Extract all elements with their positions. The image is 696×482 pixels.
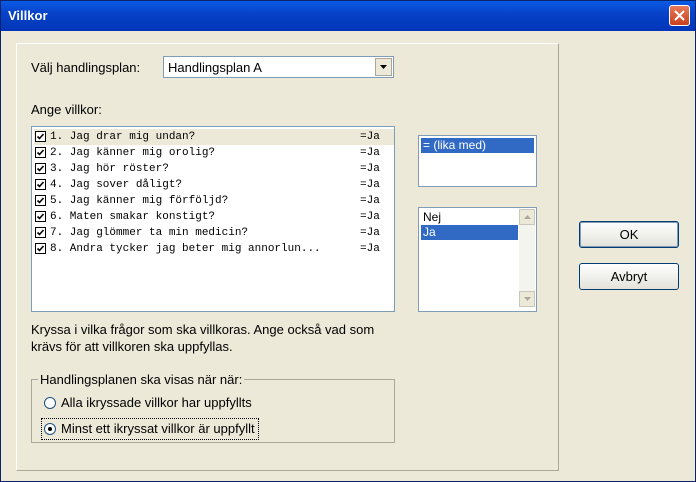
checkmark-icon bbox=[36, 197, 45, 204]
condition-text: 3. Jag hör röster? bbox=[50, 163, 169, 175]
title-bar[interactable]: Villkor bbox=[1, 1, 695, 31]
checkmark-icon bbox=[36, 181, 45, 188]
condition-value: =Ja bbox=[360, 195, 380, 207]
cancel-button[interactable]: Avbryt bbox=[579, 263, 679, 290]
close-button[interactable] bbox=[669, 5, 690, 26]
answer-list[interactable]: Nej Ja bbox=[418, 207, 537, 312]
condition-text: 7. Jag glömmer ta min medicin? bbox=[50, 227, 249, 239]
condition-value: =Ja bbox=[360, 147, 380, 159]
close-icon bbox=[674, 10, 685, 21]
focus-rectangle bbox=[41, 418, 259, 440]
help-text-line-1: Kryssa i vilka frågor som ska villkoras.… bbox=[31, 322, 375, 337]
operator-option[interactable]: = (lika med) bbox=[421, 138, 534, 153]
conditions-label: Ange villkor: bbox=[31, 102, 102, 117]
chevron-up-icon bbox=[524, 215, 531, 219]
window-title: Villkor bbox=[8, 8, 48, 23]
condition-row[interactable]: 3. Jag hör röster? =Ja bbox=[34, 161, 394, 177]
condition-checkbox[interactable] bbox=[35, 243, 46, 254]
chevron-down-icon bbox=[380, 65, 387, 69]
operator-list[interactable]: = (lika med) bbox=[418, 135, 537, 187]
condition-text: 5. Jag känner mig förföljd? bbox=[50, 195, 229, 207]
answer-scrollbar[interactable] bbox=[519, 209, 535, 307]
condition-text: 6. Maten smakar konstigt? bbox=[50, 211, 216, 223]
plan-dropdown[interactable]: Handlingsplan A bbox=[163, 56, 394, 78]
checkmark-icon bbox=[36, 245, 45, 252]
checkmark-icon bbox=[36, 229, 45, 236]
dropdown-button[interactable] bbox=[375, 58, 392, 76]
condition-row[interactable]: 2. Jag känner mig orolig? =Ja bbox=[34, 145, 394, 161]
condition-value: =Ja bbox=[360, 211, 380, 223]
condition-checkbox[interactable] bbox=[35, 195, 46, 206]
condition-row[interactable]: 7. Jag glömmer ta min medicin? =Ja bbox=[34, 225, 394, 241]
chevron-down-icon bbox=[524, 297, 531, 301]
condition-text: 8. Andra tycker jag beter mig annorlun..… bbox=[50, 243, 321, 255]
scroll-down-button[interactable] bbox=[519, 291, 535, 307]
plan-selected-value: Handlingsplan A bbox=[168, 60, 262, 75]
condition-text: 4. Jag sover dåligt? bbox=[50, 179, 183, 191]
condition-checkbox[interactable] bbox=[35, 163, 46, 174]
condition-row[interactable]: 1. Jag drar mig undan? =Ja bbox=[34, 129, 394, 145]
scroll-up-button[interactable] bbox=[519, 209, 535, 225]
ok-button[interactable]: OK bbox=[579, 221, 679, 248]
condition-row[interactable]: 4. Jag sover dåligt? =Ja bbox=[34, 177, 394, 193]
option-all-label[interactable]: Alla ikryssade villkor har uppfyllts bbox=[61, 395, 252, 410]
condition-checkbox[interactable] bbox=[35, 147, 46, 158]
help-text-line-2: krävs för att villkoren ska uppfyllas. bbox=[31, 339, 233, 354]
condition-value: =Ja bbox=[360, 131, 380, 143]
answer-option[interactable]: Ja bbox=[421, 225, 518, 240]
answer-option[interactable]: Nej bbox=[421, 210, 518, 225]
checkmark-icon bbox=[36, 149, 45, 156]
checkmark-icon bbox=[36, 213, 45, 220]
condition-checkbox[interactable] bbox=[35, 211, 46, 222]
radio-all-conditions[interactable] bbox=[44, 397, 56, 409]
condition-value: =Ja bbox=[360, 243, 380, 255]
condition-row[interactable]: 8. Andra tycker jag beter mig annorlun..… bbox=[34, 241, 394, 257]
condition-value: =Ja bbox=[360, 163, 380, 175]
condition-value: =Ja bbox=[360, 179, 380, 191]
condition-checkbox[interactable] bbox=[35, 131, 46, 142]
checkmark-icon bbox=[36, 165, 45, 172]
condition-checkbox[interactable] bbox=[35, 227, 46, 238]
condition-text: 2. Jag känner mig orolig? bbox=[50, 147, 216, 159]
condition-value: =Ja bbox=[360, 227, 380, 239]
plan-label: Välj handlingsplan: bbox=[31, 60, 141, 75]
condition-checkbox[interactable] bbox=[35, 179, 46, 190]
condition-text: 1. Jag drar mig undan? bbox=[50, 131, 196, 143]
group-title: Handlingsplanen ska visas när när: bbox=[38, 372, 245, 387]
condition-row[interactable]: 5. Jag känner mig förföljd? =Ja bbox=[34, 193, 394, 209]
conditions-list[interactable]: 1. Jag drar mig undan? =Ja 2. Jag känner m… bbox=[31, 126, 395, 312]
condition-row[interactable]: 6. Maten smakar konstigt? =Ja bbox=[34, 209, 394, 225]
checkmark-icon bbox=[36, 133, 45, 140]
